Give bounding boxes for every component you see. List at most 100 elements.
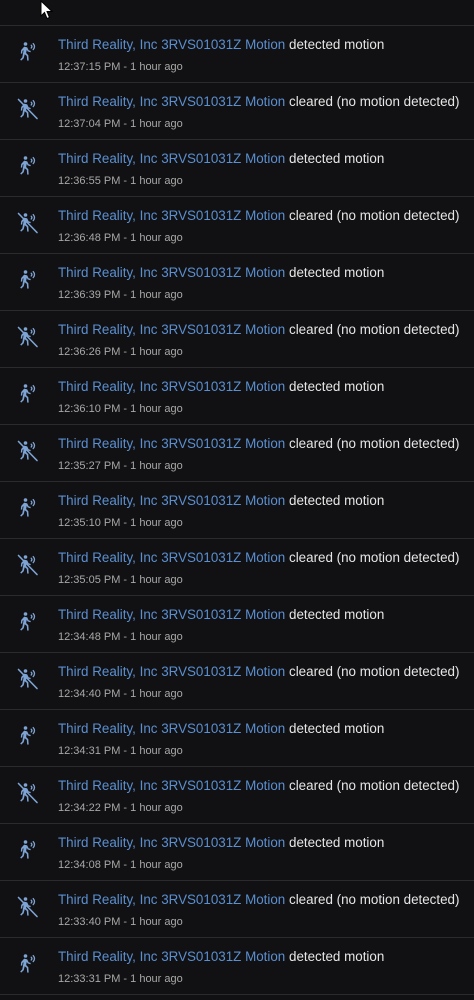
entry-state-text: detected motion (289, 949, 385, 964)
entity-link[interactable]: Third Reality, Inc 3RVS01031Z Motion (58, 664, 285, 679)
motion-sensor-icon (16, 724, 40, 748)
logbook-entry: Third Reality, Inc 3RVS01031Z Motion det… (0, 709, 474, 766)
logbook-entry: Third Reality, Inc 3RVS01031Z Motion cle… (0, 310, 474, 367)
entry-timestamp: 12:34:31 PM - 1 hour ago (58, 745, 183, 757)
motion-sensor-off-icon (16, 781, 40, 805)
entry-message: Third Reality, Inc 3RVS01031Z Motion det… (58, 151, 384, 167)
motion-sensor-icon (16, 268, 40, 292)
entity-link[interactable]: Third Reality, Inc 3RVS01031Z Motion (58, 949, 285, 964)
entry-timestamp: 12:34:22 PM - 1 hour ago (58, 802, 183, 814)
logbook-entry: Third Reality, Inc 3RVS01031Z Motion cle… (0, 196, 474, 253)
entry-message: Third Reality, Inc 3RVS01031Z Motion det… (58, 607, 384, 623)
motion-sensor-icon (16, 382, 40, 406)
entry-timestamp: 12:35:27 PM - 1 hour ago (58, 460, 183, 472)
motion-sensor-off-icon (16, 667, 40, 691)
motion-sensor-icon (16, 610, 40, 634)
entry-state-text: cleared (no motion detected) (289, 322, 460, 337)
entity-link[interactable]: Third Reality, Inc 3RVS01031Z Motion (58, 379, 285, 394)
entry-state-text: cleared (no motion detected) (289, 778, 460, 793)
entry-timestamp: 12:36:55 PM - 1 hour ago (58, 175, 183, 187)
entry-state-text: cleared (no motion detected) (289, 436, 460, 451)
logbook-entry: Third Reality, Inc 3RVS01031Z Motion cle… (0, 880, 474, 937)
mouse-cursor-icon (40, 0, 54, 20)
entry-message: Third Reality, Inc 3RVS01031Z Motion det… (58, 949, 384, 965)
entity-link[interactable]: Third Reality, Inc 3RVS01031Z Motion (58, 892, 285, 907)
logbook-entry: Third Reality, Inc 3RVS01031Z Motion cle… (0, 82, 474, 139)
logbook-entry: Third Reality, Inc 3RVS01031Z Motion cle… (0, 766, 474, 823)
entry-message: Third Reality, Inc 3RVS01031Z Motion det… (58, 835, 384, 851)
entity-link[interactable]: Third Reality, Inc 3RVS01031Z Motion (58, 94, 285, 109)
entry-timestamp: 12:35:05 PM - 1 hour ago (58, 574, 183, 586)
entity-link[interactable]: Third Reality, Inc 3RVS01031Z Motion (58, 322, 285, 337)
motion-sensor-icon (16, 838, 40, 862)
entry-message: Third Reality, Inc 3RVS01031Z Motion det… (58, 721, 384, 737)
entry-timestamp: 12:34:08 PM - 1 hour ago (58, 859, 183, 871)
motion-sensor-off-icon (16, 553, 40, 577)
entry-state-text: cleared (no motion detected) (289, 94, 460, 109)
entry-timestamp: 12:37:04 PM - 1 hour ago (58, 118, 183, 130)
entity-link[interactable]: Third Reality, Inc 3RVS01031Z Motion (58, 493, 285, 508)
entry-message: Third Reality, Inc 3RVS01031Z Motion det… (58, 37, 384, 53)
motion-sensor-icon (16, 496, 40, 520)
logbook-entry: Third Reality, Inc 3RVS01031Z Motion det… (0, 25, 474, 82)
motion-sensor-off-icon (16, 325, 40, 349)
entry-message: Third Reality, Inc 3RVS01031Z Motion cle… (58, 778, 459, 794)
entry-timestamp: 12:34:40 PM - 1 hour ago (58, 688, 183, 700)
entry-timestamp: 12:35:10 PM - 1 hour ago (58, 517, 183, 529)
entity-link[interactable]: Third Reality, Inc 3RVS01031Z Motion (58, 778, 285, 793)
entry-timestamp: 12:36:10 PM - 1 hour ago (58, 403, 183, 415)
entry-state-text: detected motion (289, 379, 385, 394)
entry-timestamp: 12:33:31 PM - 1 hour ago (58, 973, 183, 985)
logbook-entry: Third Reality, Inc 3RVS01031Z Motion cle… (0, 652, 474, 709)
entity-link[interactable]: Third Reality, Inc 3RVS01031Z Motion (58, 436, 285, 451)
entity-link[interactable]: Third Reality, Inc 3RVS01031Z Motion (58, 37, 285, 52)
logbook-entry: Third Reality, Inc 3RVS01031Z Motion det… (0, 595, 474, 652)
entry-message: Third Reality, Inc 3RVS01031Z Motion cle… (58, 436, 459, 452)
motion-sensor-off-icon (16, 211, 40, 235)
logbook-entry: Third Reality, Inc 3RVS01031Z Motion cle… (0, 424, 474, 481)
entry-message: Third Reality, Inc 3RVS01031Z Motion cle… (58, 892, 459, 908)
entry-state-text: cleared (no motion detected) (289, 664, 460, 679)
entry-timestamp: 12:36:39 PM - 1 hour ago (58, 289, 183, 301)
entry-timestamp: 12:34:48 PM - 1 hour ago (58, 631, 183, 643)
entity-link[interactable]: Third Reality, Inc 3RVS01031Z Motion (58, 151, 285, 166)
logbook-page: Third Reality, Inc 3RVS01031Z Motion det… (0, 0, 474, 1000)
entry-message: Third Reality, Inc 3RVS01031Z Motion cle… (58, 94, 459, 110)
entry-message: Third Reality, Inc 3RVS01031Z Motion cle… (58, 664, 459, 680)
entry-state-text: cleared (no motion detected) (289, 208, 460, 223)
entry-message: Third Reality, Inc 3RVS01031Z Motion cle… (58, 550, 459, 566)
entry-state-text: detected motion (289, 721, 385, 736)
entry-timestamp: 12:33:40 PM - 1 hour ago (58, 916, 183, 928)
motion-sensor-icon (16, 154, 40, 178)
entity-link[interactable]: Third Reality, Inc 3RVS01031Z Motion (58, 721, 285, 736)
entry-state-text: cleared (no motion detected) (289, 550, 460, 565)
entry-message: Third Reality, Inc 3RVS01031Z Motion det… (58, 379, 384, 395)
motion-sensor-off-icon (16, 97, 40, 121)
entity-link[interactable]: Third Reality, Inc 3RVS01031Z Motion (58, 265, 285, 280)
entry-message: Third Reality, Inc 3RVS01031Z Motion cle… (58, 208, 459, 224)
logbook-entry: Third Reality, Inc 3RVS01031Z Motion cle… (0, 538, 474, 595)
entry-state-text: detected motion (289, 37, 385, 52)
entry-state-text: detected motion (289, 607, 385, 622)
entry-state-text: detected motion (289, 835, 385, 850)
entry-message: Third Reality, Inc 3RVS01031Z Motion cle… (58, 322, 459, 338)
entity-link[interactable]: Third Reality, Inc 3RVS01031Z Motion (58, 550, 285, 565)
logbook-entry: Third Reality, Inc 3RVS01031Z Motion det… (0, 139, 474, 196)
entry-state-text: cleared (no motion detected) (289, 892, 460, 907)
list-divider (0, 994, 474, 995)
entity-link[interactable]: Third Reality, Inc 3RVS01031Z Motion (58, 607, 285, 622)
logbook-list: Third Reality, Inc 3RVS01031Z Motion det… (0, 25, 474, 995)
logbook-entry: Third Reality, Inc 3RVS01031Z Motion det… (0, 823, 474, 880)
motion-sensor-icon (16, 40, 40, 64)
entry-state-text: detected motion (289, 493, 385, 508)
logbook-entry: Third Reality, Inc 3RVS01031Z Motion det… (0, 253, 474, 310)
motion-sensor-off-icon (16, 439, 40, 463)
entry-timestamp: 12:36:48 PM - 1 hour ago (58, 232, 183, 244)
entity-link[interactable]: Third Reality, Inc 3RVS01031Z Motion (58, 835, 285, 850)
logbook-entry: Third Reality, Inc 3RVS01031Z Motion det… (0, 367, 474, 424)
logbook-entry: Third Reality, Inc 3RVS01031Z Motion det… (0, 937, 474, 994)
entry-timestamp: 12:36:26 PM - 1 hour ago (58, 346, 183, 358)
motion-sensor-off-icon (16, 895, 40, 919)
entity-link[interactable]: Third Reality, Inc 3RVS01031Z Motion (58, 208, 285, 223)
entry-state-text: detected motion (289, 151, 385, 166)
